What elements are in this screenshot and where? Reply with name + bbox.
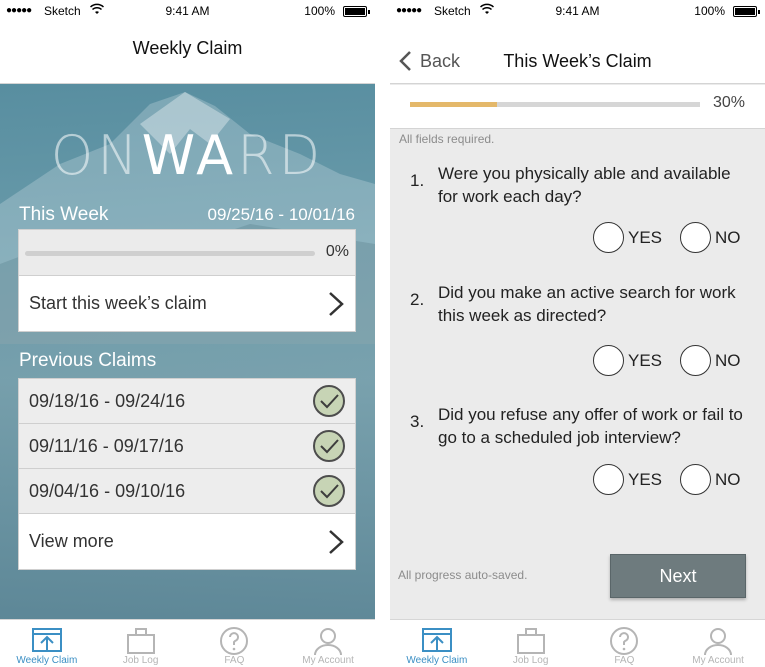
this-weeks-claim-screen: ●●●●● Sketch 9:41 AM 100% Back This Week… xyxy=(390,0,765,667)
previous-claim-row[interactable]: 09/11/16 - 09/17/16 xyxy=(18,423,356,469)
weekly-claim-screen: ●●●●● Sketch 9:41 AM 100% Weekly Claim O… xyxy=(0,0,375,667)
logo-prefix: ON xyxy=(50,124,142,187)
weekly-claim-icon xyxy=(421,628,452,652)
q1-no-radio[interactable]: NO xyxy=(680,222,741,253)
briefcase-icon xyxy=(126,628,155,654)
status-bar: ●●●●● Sketch 9:41 AM 100% xyxy=(0,0,375,22)
battery-percent: 100% xyxy=(304,4,335,18)
chevron-right-icon xyxy=(329,529,344,554)
yes-label: YES xyxy=(628,227,663,247)
weekly-claim-icon xyxy=(31,628,62,652)
q3-yes-radio[interactable]: YES xyxy=(593,464,662,495)
question-number: 3. xyxy=(410,412,425,431)
logo-suffix: RD xyxy=(237,124,325,187)
yes-label: YES xyxy=(628,350,663,370)
radio-circle xyxy=(593,464,624,495)
next-button[interactable]: Next xyxy=(610,554,746,598)
tab-label: My Account xyxy=(692,655,744,666)
briefcase-icon xyxy=(516,628,545,654)
previous-claims-heading: Previous Claims xyxy=(19,350,157,371)
tab-label: FAQ xyxy=(224,655,245,666)
question-text: Were you physically able and available f… xyxy=(438,164,731,206)
battery-icon xyxy=(343,6,370,17)
person-icon xyxy=(704,628,733,656)
chevron-right-icon xyxy=(329,291,344,316)
question-text: Did you make an active search for work t… xyxy=(438,283,736,325)
question-icon xyxy=(610,627,639,655)
q3-no-radio[interactable]: NO xyxy=(680,464,741,495)
question-2: 2. Did you make an active search for wor… xyxy=(410,281,755,331)
previous-claim-row[interactable]: 09/04/16 - 09/10/16 xyxy=(18,468,356,514)
person-icon xyxy=(314,628,343,656)
start-claim-button[interactable]: Start this week’s claim xyxy=(18,275,356,332)
tab-label: My Account xyxy=(302,655,354,666)
progress-track xyxy=(25,251,315,256)
radio-circle xyxy=(593,222,624,253)
tab-bar: Weekly Claim Job Log FAQ My Account xyxy=(0,619,375,667)
radio-circle xyxy=(680,464,711,495)
nav-bar: Weekly Claim xyxy=(0,22,375,84)
tab-job-log[interactable]: Job Log xyxy=(484,620,578,667)
yes-label: YES xyxy=(628,469,663,489)
claim-date-range: 09/11/16 - 09/17/16 xyxy=(29,435,184,456)
tab-label: Weekly Claim xyxy=(406,655,468,666)
check-circle-icon xyxy=(313,385,345,417)
status-bar: ●●●●● Sketch 9:41 AM 100% xyxy=(390,0,765,22)
onward-logo: ONWARD xyxy=(0,124,375,187)
battery-percent: 100% xyxy=(694,4,725,18)
question-icon xyxy=(220,627,249,655)
view-more-button[interactable]: View more xyxy=(18,513,356,570)
question-number: 1. xyxy=(410,171,425,190)
this-week-heading: This Week xyxy=(19,204,109,225)
no-label: NO xyxy=(715,350,741,370)
claim-date-range: 09/18/16 - 09/24/16 xyxy=(29,390,186,411)
progress-percent: 0% xyxy=(325,243,349,260)
tab-label: FAQ xyxy=(614,655,635,666)
logo-highlight: WA xyxy=(141,124,238,187)
question-number: 2. xyxy=(410,290,425,309)
tab-label: Weekly Claim xyxy=(16,655,78,666)
battery-icon xyxy=(733,6,760,17)
tab-weekly-claim[interactable]: Weekly Claim xyxy=(0,620,94,667)
claim-date-range: 09/04/16 - 09/10/16 xyxy=(29,480,186,501)
no-label: NO xyxy=(715,227,741,247)
previous-claim-row[interactable]: 09/18/16 - 09/24/16 xyxy=(18,378,356,424)
tab-weekly-claim[interactable]: Weekly Claim xyxy=(390,620,484,667)
claim-progress: 30% xyxy=(390,85,765,129)
required-note: All fields required. xyxy=(399,132,495,146)
check-circle-icon xyxy=(313,430,345,462)
progress-percent: 30% xyxy=(712,94,745,111)
progress-fill xyxy=(410,102,497,107)
tab-label: Job Log xyxy=(122,655,159,666)
tab-job-log[interactable]: Job Log xyxy=(94,620,188,667)
view-more-label: View more xyxy=(29,531,114,551)
q2-yes-radio[interactable]: YES xyxy=(593,345,662,376)
no-label: NO xyxy=(715,469,741,489)
page-title: This Week’s Claim xyxy=(503,51,652,71)
radio-circle xyxy=(593,345,624,376)
radio-circle xyxy=(680,222,711,253)
tab-bar: Weekly Claim Job Log FAQ My Account xyxy=(390,619,765,667)
start-claim-label: Start this week’s claim xyxy=(29,293,207,313)
q2-no-radio[interactable]: NO xyxy=(680,345,741,376)
question-1: 1. Were you physically able and availabl… xyxy=(410,162,755,212)
autosave-note: All progress auto-saved. xyxy=(398,568,528,582)
question-3: 3. Did you refuse any offer of work or f… xyxy=(410,403,755,453)
this-week-progress: 0% xyxy=(18,229,356,275)
tab-label: Job Log xyxy=(512,655,549,666)
check-circle-icon xyxy=(313,475,345,507)
progress-track xyxy=(410,102,700,107)
tab-faq[interactable]: FAQ xyxy=(188,620,282,667)
radio-circle xyxy=(680,345,711,376)
q1-yes-radio[interactable]: YES xyxy=(593,222,662,253)
tab-faq[interactable]: FAQ xyxy=(578,620,672,667)
page-title: Weekly Claim xyxy=(132,38,243,58)
tab-my-account[interactable]: My Account xyxy=(281,620,375,667)
question-text: Did you refuse any offer of work or fail… xyxy=(438,405,743,447)
this-week-date-range: 09/25/16 - 10/01/16 xyxy=(207,205,355,224)
nav-bar: Back This Week’s Claim xyxy=(390,22,765,84)
tab-my-account[interactable]: My Account xyxy=(671,620,765,667)
